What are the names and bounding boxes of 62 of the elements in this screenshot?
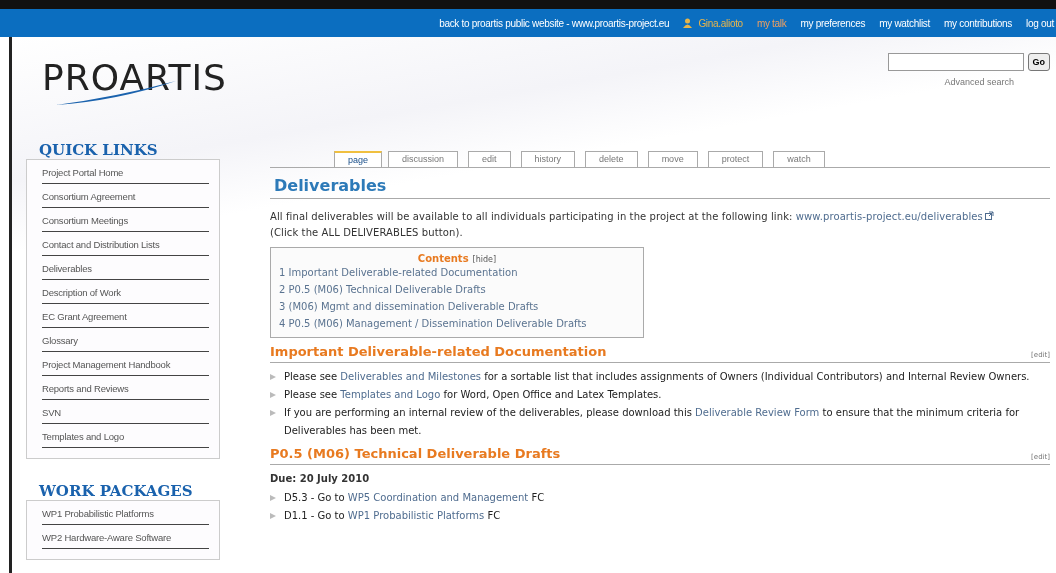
sidebar-link[interactable]: WP1 Probabilistic Platforms xyxy=(42,500,209,525)
bullet-icon xyxy=(270,513,276,519)
bullet-icon xyxy=(270,410,276,416)
top-link[interactable]: my preferences xyxy=(800,17,866,29)
bullet-text: D5.3 - Go to WP5 Coordination and Management FC xyxy=(284,491,545,505)
deliverables-link[interactable]: www.proartis-project.eu/deliverables xyxy=(795,211,983,222)
bullet-text: If you are performing an internal review of the deliverables, please download this Deliverable Review Form to ensure that the minimum criteria for Deliverables has been met. xyxy=(284,406,1021,438)
page-title: Deliverables xyxy=(270,168,1050,199)
sidebar-heading: WORK PACKAGES xyxy=(38,481,194,500)
contents-link[interactable]: 1 Important Deliverable-related Documentation xyxy=(279,264,635,281)
search-field[interactable] xyxy=(887,53,1024,71)
logo: PROARTIS xyxy=(42,57,227,111)
bullet-text: Please see Deliverables and Milestones for a sortable list that includes assignments of Owners (Individual Contributors) and Internal Review Owners. xyxy=(284,370,1030,384)
external-link-icon xyxy=(984,211,994,220)
intro-paragraph: All final deliverables will be available to all individuals participating in the project at the following link: www.proartis-project.eu/deliverables (Click the ALL DELIVERABLES button). xyxy=(270,209,1050,241)
page-tab[interactable]: watch xyxy=(773,151,825,167)
bullet-text: Please see Templates and Logo for Word, Open Office and Latex Templates. xyxy=(284,388,662,402)
sidebar-link[interactable]: Reports and Reviews xyxy=(42,375,209,400)
top-link[interactable]: my contributions xyxy=(944,17,1013,29)
contents-title: Contents xyxy=(417,253,469,264)
sidebar-link[interactable]: EC Grant Agreement xyxy=(42,303,209,328)
wiki-link[interactable]: Deliverable Review Form xyxy=(695,407,820,418)
sidebar-link[interactable]: SVN xyxy=(42,399,209,424)
wiki-link[interactable]: WP5 Coordination and Management xyxy=(347,492,529,503)
bullet-icon xyxy=(270,495,276,501)
section-heading: Important Deliverable-related Documentation xyxy=(270,344,607,359)
page-tab[interactable]: delete xyxy=(585,151,638,167)
wiki-link[interactable]: WP1 Probabilistic Platforms xyxy=(347,510,485,521)
wiki-link[interactable]: Deliverables and Milestones xyxy=(340,371,481,382)
top-link[interactable]: log out xyxy=(1026,17,1054,29)
go-button[interactable]: Go xyxy=(1027,53,1050,71)
contents-link[interactable]: 3 (M06) Mgmt and dissemination Deliverable Drafts xyxy=(279,298,635,315)
top-link[interactable]: my watchlist xyxy=(879,17,931,29)
sidebar-link[interactable]: Deliverables xyxy=(42,255,209,280)
page-tab[interactable]: move xyxy=(647,151,698,167)
sidebar-link[interactable]: Consortium Agreement xyxy=(42,183,209,208)
sidebar-link[interactable]: Consortium Meetings xyxy=(42,207,209,232)
sidebar-link[interactable]: Glossary xyxy=(42,327,209,352)
sidebar-link[interactable]: Project Portal Home xyxy=(42,159,209,184)
page-tab[interactable]: history xyxy=(520,151,576,167)
sidebar-link[interactable]: Contact and Distribution Lists xyxy=(42,231,209,256)
page-tab[interactable]: protect xyxy=(707,151,764,167)
wiki-link[interactable]: Templates and Logo xyxy=(340,389,441,400)
contents-link[interactable]: 2 P0.5 (M06) Technical Deliverable Drafts xyxy=(279,281,635,298)
sidebar-link[interactable]: Templates and Logo xyxy=(42,423,209,448)
sidebar-heading: QUICK LINKS xyxy=(38,140,159,159)
advanced-search-link[interactable]: Advanced search xyxy=(944,77,1014,87)
page-tab[interactable]: edit xyxy=(468,151,511,167)
bullet-icon xyxy=(270,374,276,380)
hide-link[interactable]: [hide] xyxy=(472,255,497,264)
contents-link[interactable]: 4 P0.5 (M06) Management / Dissemination Deliverable Drafts xyxy=(279,315,635,332)
bullet-text: D1.1 - Go to WP1 Probabilistic Platforms FC xyxy=(284,509,501,523)
page-tab[interactable]: discussion xyxy=(388,151,459,167)
bullet-icon xyxy=(270,392,276,398)
section-heading: P0.5 (M06) Technical Deliverable Drafts xyxy=(270,446,561,461)
user-icon xyxy=(683,18,693,28)
sidebar-link[interactable]: Description of Work xyxy=(42,279,209,304)
top-link[interactable]: back to proartis public website - www.proartis-project.eu xyxy=(439,17,670,29)
page-tab[interactable]: page xyxy=(334,151,383,167)
due-date: Due: 20 July 2010 xyxy=(270,473,371,484)
sidebar-link[interactable]: Project Management Handbook xyxy=(42,351,209,376)
sidebar-link[interactable]: WP2 Hardware-Aware Software xyxy=(42,524,209,549)
